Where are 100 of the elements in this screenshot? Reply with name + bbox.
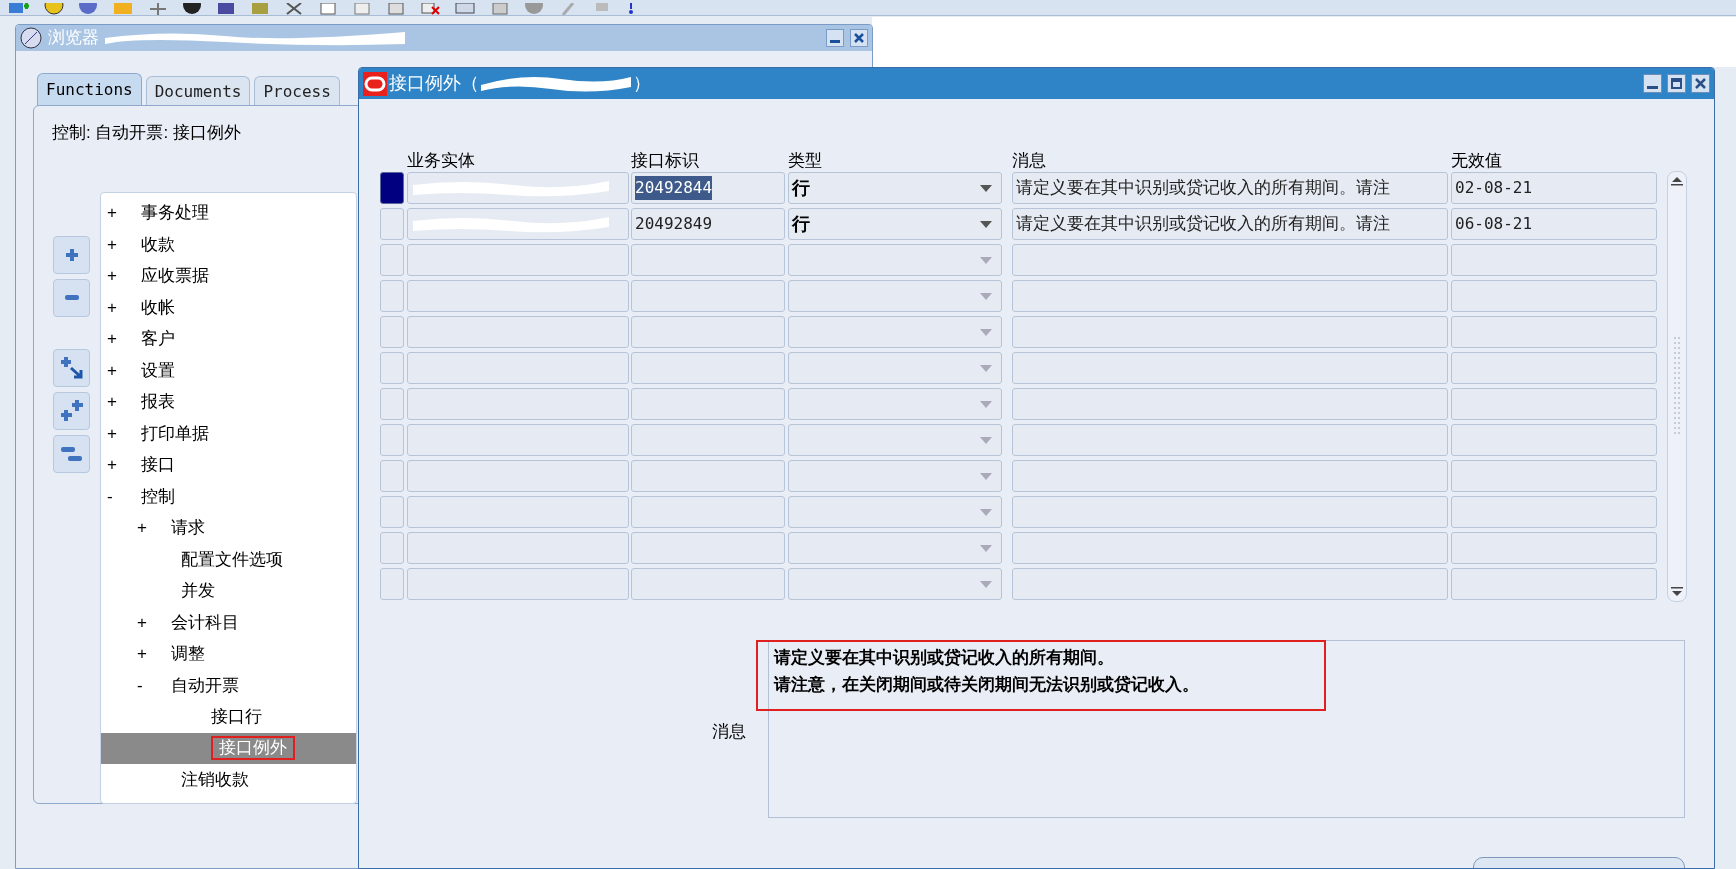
row-selector[interactable] — [380, 244, 404, 276]
invalid-value-field[interactable] — [1451, 352, 1657, 384]
tab[interactable]: Process — [254, 76, 340, 106]
tree-item[interactable]: + 设置 — [101, 354, 356, 386]
row-selector[interactable] — [380, 172, 404, 204]
expander[interactable]: + — [107, 200, 141, 226]
expander[interactable]: + — [107, 294, 141, 320]
tree-item[interactable]: + 接口 — [101, 449, 356, 481]
invalid-value-field[interactable] — [1451, 424, 1657, 456]
tree-item[interactable]: + 报表 — [101, 386, 356, 418]
collapse-button[interactable] — [53, 279, 90, 317]
tree-item[interactable]: + 请求 — [101, 512, 356, 544]
toolbar-icon[interactable] — [44, 3, 64, 15]
expander[interactable]: + — [107, 452, 141, 478]
message-field[interactable] — [1012, 388, 1448, 420]
expander[interactable]: + — [137, 609, 171, 635]
invalid-value-field[interactable] — [1451, 460, 1657, 492]
row-selector[interactable] — [380, 496, 404, 528]
tree-item[interactable]: + 收帐 — [101, 291, 356, 323]
interface-id-field[interactable] — [631, 496, 785, 528]
message-field[interactable] — [1012, 424, 1448, 456]
entity-field[interactable] — [407, 316, 629, 348]
tree-item[interactable]: 注销收款 — [101, 764, 356, 796]
tree-item[interactable]: + 应收票据 — [101, 260, 356, 292]
tab[interactable]: Documents — [145, 76, 251, 106]
tab[interactable]: Functions — [37, 73, 142, 106]
entity-field[interactable] — [407, 280, 629, 312]
expander[interactable]: + — [107, 389, 141, 415]
entity-field[interactable] — [407, 352, 629, 384]
invalid-value-field[interactable]: 02-08-21 — [1451, 172, 1657, 204]
collapse-all-button[interactable] — [53, 435, 90, 473]
expander[interactable]: + — [107, 231, 141, 257]
toolbar-icon[interactable] — [216, 3, 236, 15]
expander[interactable]: + — [137, 641, 171, 667]
entity-field[interactable] — [407, 388, 629, 420]
expander[interactable]: + — [107, 357, 141, 383]
type-dropdown[interactable]: 行 — [788, 172, 1002, 204]
invalid-value-field[interactable] — [1451, 568, 1657, 600]
invalid-value-field[interactable] — [1451, 496, 1657, 528]
maximize-button[interactable] — [1667, 74, 1686, 93]
invalid-value-field[interactable] — [1451, 280, 1657, 312]
scrollbar[interactable] — [1667, 171, 1687, 602]
expander[interactable]: - — [137, 672, 171, 698]
tree-item[interactable]: 接口行 — [101, 701, 356, 733]
message-field[interactable]: 请定义要在其中识别或贷记收入的所有期间。请注 — [1012, 172, 1448, 204]
toolbar-icon[interactable] — [182, 3, 202, 15]
type-dropdown[interactable] — [788, 316, 1002, 348]
invalid-value-field[interactable] — [1451, 316, 1657, 348]
invalid-value-field[interactable] — [1451, 244, 1657, 276]
tree-item[interactable]: + 打印单据 — [101, 417, 356, 449]
type-dropdown[interactable]: 行 — [788, 208, 1002, 240]
tree-item[interactable]: + 调整 — [101, 638, 356, 670]
expander[interactable]: - — [107, 483, 141, 509]
message-text-area[interactable]: 请定义要在其中识别或贷记收入的所有期间。 请注意，在关闭期间或待关闭期间无法识别或贷记收入。 — [768, 640, 1685, 818]
interface-id-field[interactable] — [631, 532, 785, 564]
row-selector[interactable] — [380, 460, 404, 492]
interface-id-field[interactable]: 20492849 — [631, 208, 785, 240]
scroll-up-icon[interactable] — [1671, 176, 1683, 186]
row-selector[interactable] — [380, 208, 404, 240]
type-dropdown[interactable] — [788, 244, 1002, 276]
tree-item[interactable]: 配置文件选项 — [101, 543, 356, 575]
help-icon[interactable] — [626, 3, 636, 15]
interface-id-field[interactable] — [631, 316, 785, 348]
tree-item[interactable]: + 会计科目 — [101, 606, 356, 638]
entity-field[interactable] — [407, 244, 629, 276]
minimize-button[interactable] — [1643, 74, 1662, 93]
interface-id-field[interactable]: 20492844 — [631, 172, 785, 204]
message-field[interactable]: 请定义要在其中识别或贷记收入的所有期间。请注 — [1012, 208, 1448, 240]
delete-icon[interactable] — [420, 3, 440, 15]
tree-item[interactable]: + 收款 — [101, 228, 356, 260]
type-dropdown[interactable] — [788, 280, 1002, 312]
type-dropdown[interactable] — [788, 388, 1002, 420]
entity-field[interactable] — [407, 424, 629, 456]
message-field[interactable] — [1012, 352, 1448, 384]
expand-branch-button[interactable] — [53, 349, 90, 387]
tree-item[interactable]: + 客户 — [101, 323, 356, 355]
message-field[interactable] — [1012, 316, 1448, 348]
scroll-down-icon[interactable] — [1671, 587, 1683, 597]
expand-all-button[interactable] — [53, 392, 90, 430]
expander[interactable]: + — [107, 420, 141, 446]
row-selector[interactable] — [380, 424, 404, 456]
type-dropdown[interactable] — [788, 424, 1002, 456]
type-dropdown[interactable] — [788, 532, 1002, 564]
entity-field[interactable] — [407, 208, 629, 240]
entity-field[interactable] — [407, 568, 629, 600]
row-selector[interactable] — [380, 352, 404, 384]
message-field[interactable] — [1012, 568, 1448, 600]
entity-field[interactable] — [407, 460, 629, 492]
message-field[interactable] — [1012, 460, 1448, 492]
tree-item[interactable]: - 自动开票 — [101, 669, 356, 701]
close-button[interactable] — [850, 29, 868, 47]
invalid-value-field[interactable] — [1451, 532, 1657, 564]
tree-item[interactable]: + 事务处理 — [101, 197, 356, 229]
message-field[interactable] — [1012, 280, 1448, 312]
interface-id-field[interactable] — [631, 568, 785, 600]
row-selector[interactable] — [380, 532, 404, 564]
expand-button[interactable] — [53, 236, 90, 274]
type-dropdown[interactable] — [788, 496, 1002, 528]
interface-id-field[interactable] — [631, 244, 785, 276]
entity-field[interactable] — [407, 532, 629, 564]
